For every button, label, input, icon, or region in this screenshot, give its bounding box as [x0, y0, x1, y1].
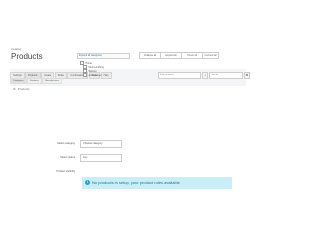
category-toolbar: Expand all categories Collapse all Expan…	[77, 52, 219, 59]
category-select[interactable]: Choose category	[80, 140, 122, 148]
tree-item-label: Men's clothing	[88, 65, 104, 69]
breadcrumb[interactable]: Catalog	[11, 47, 21, 51]
search-row: Filter products ⌕ Sort by ⚙	[158, 72, 250, 79]
field-label: Select status	[60, 156, 75, 159]
page-title: Products	[11, 52, 43, 61]
category-tree: Home Men's clothing Women Accessories	[80, 61, 140, 81]
tree-item-label: Accessories	[88, 73, 102, 77]
search-icon: ⌕	[204, 73, 207, 77]
panel-title: Products	[17, 87, 30, 91]
subtab-categories[interactable]: Categories	[10, 78, 27, 84]
alert-text: No products in setup, your product rules…	[92, 180, 180, 185]
uncheck-all-button[interactable]: Uncheck all	[202, 52, 219, 59]
tree-item[interactable]: Accessories	[83, 73, 140, 77]
expand-categories-link[interactable]: Expand all categories	[77, 52, 130, 59]
search-button[interactable]: ⌕	[202, 72, 209, 79]
collapse-all-button[interactable]: Collapse all	[139, 52, 161, 59]
search-input[interactable]: Filter products	[158, 72, 202, 79]
field-label: Select category	[57, 142, 75, 145]
settings-button[interactable]: ⚙	[244, 72, 250, 79]
tree-item-label: Women	[88, 69, 97, 73]
checkbox[interactable]	[83, 73, 87, 77]
subtab-manufacturers[interactable]: Manufacturers	[42, 78, 63, 84]
panel-header: ⚙ Products	[13, 87, 30, 91]
sort-select[interactable]: Sort by	[209, 72, 244, 79]
gear-icon: ⚙	[13, 87, 16, 91]
expand-all-button[interactable]: Expand all	[160, 52, 182, 59]
gear-icon: ⚙	[245, 73, 249, 77]
info-icon: i	[85, 179, 90, 185]
visibility-label: Product visibility	[56, 170, 75, 173]
check-all-button[interactable]: Check all	[181, 52, 203, 59]
info-alert: i No products in setup, your product rul…	[82, 177, 232, 189]
status-select[interactable]: Any	[80, 154, 122, 162]
subtab-features[interactable]: Features	[27, 78, 42, 84]
